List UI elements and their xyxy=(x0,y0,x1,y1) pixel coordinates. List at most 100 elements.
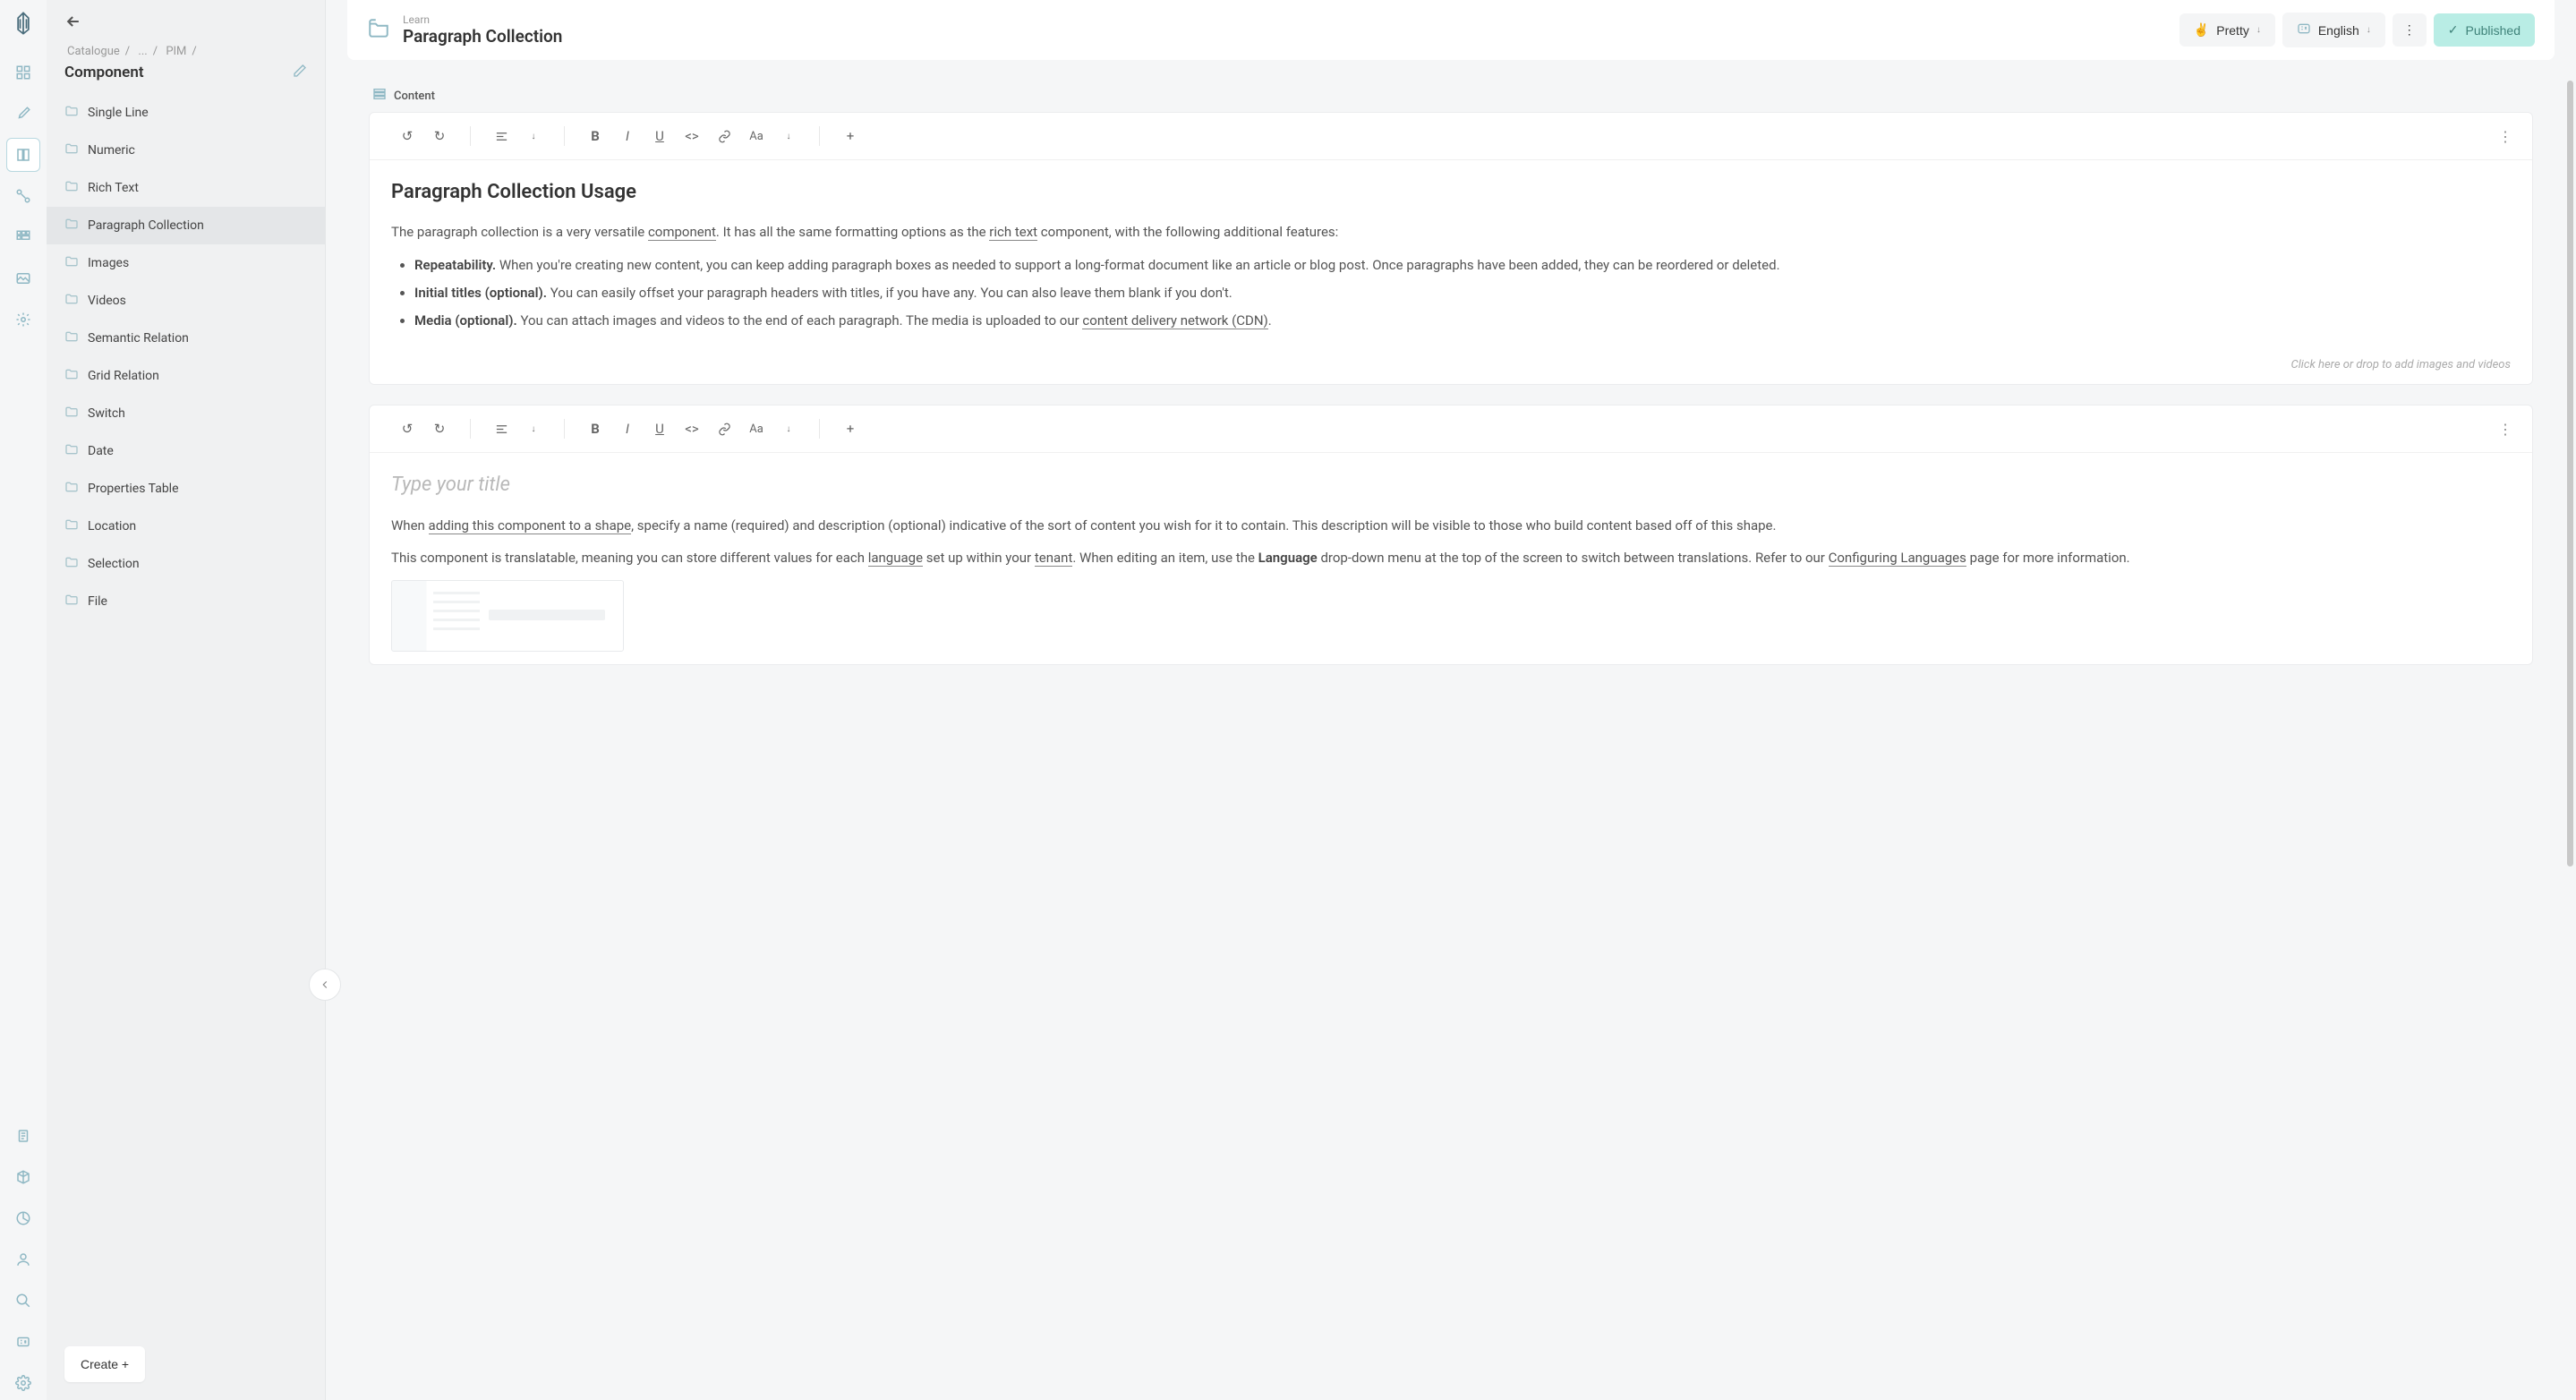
sidebar-item[interactable]: Rich Text xyxy=(47,169,325,207)
code-icon[interactable]: <> xyxy=(678,414,706,443)
card-more-icon[interactable]: ⋮ xyxy=(2493,123,2518,150)
sidebar-item[interactable]: Videos xyxy=(47,282,325,320)
sidebar-item[interactable]: Switch xyxy=(47,395,325,432)
breadcrumb[interactable]: Catalogue/ .../ PIM/ xyxy=(64,45,307,58)
paragraph-title[interactable]: Paragraph Collection Usage xyxy=(391,176,2511,209)
folder-icon xyxy=(64,254,79,272)
sidebar-item-label: Images xyxy=(88,256,129,270)
rail-gear-icon[interactable] xyxy=(6,303,40,337)
sidebar-item[interactable]: Properties Table xyxy=(47,470,325,508)
more-menu-button[interactable]: ⋮ xyxy=(2393,13,2427,47)
sidebar-item-label: Grid Relation xyxy=(88,369,159,383)
language-dropdown[interactable]: English ↓ xyxy=(2282,13,2385,47)
link-rich-text[interactable]: rich text xyxy=(989,224,1037,241)
link-icon[interactable] xyxy=(710,122,738,150)
page-header: Learn Paragraph Collection ✌️ Pretty ↓ E… xyxy=(347,0,2555,60)
folder-icon xyxy=(64,442,79,460)
text-style-icon[interactable]: Aa xyxy=(742,122,771,150)
rail-clipboard-icon[interactable] xyxy=(6,1119,40,1153)
link-tenant[interactable]: tenant xyxy=(1035,550,1073,567)
sidebar-item[interactable]: Single Line xyxy=(47,94,325,132)
folder-icon xyxy=(64,593,79,610)
sidebar-item[interactable]: Images xyxy=(47,244,325,282)
sidebar-item[interactable]: File xyxy=(47,583,325,620)
undo-icon[interactable]: ↺ xyxy=(393,414,422,443)
rail-image-icon[interactable] xyxy=(6,261,40,295)
sidebar-item[interactable]: Semantic Relation xyxy=(47,320,325,357)
add-icon[interactable]: + xyxy=(836,122,865,150)
italic-icon[interactable]: I xyxy=(613,122,642,150)
add-icon[interactable]: + xyxy=(836,414,865,443)
folder-icon xyxy=(64,179,79,197)
bold-icon[interactable]: B xyxy=(581,122,610,150)
sidebar-item[interactable]: Selection xyxy=(47,545,325,583)
link-language[interactable]: language xyxy=(868,550,923,567)
page-title: Paragraph Collection xyxy=(403,26,2167,47)
scrollbar-thumb[interactable] xyxy=(2567,81,2573,866)
rich-text-body[interactable]: Type your title When adding this compone… xyxy=(370,453,2532,664)
link-component[interactable]: component xyxy=(648,224,716,241)
redo-icon[interactable]: ↻ xyxy=(425,414,454,443)
scrollbar[interactable] xyxy=(2567,81,2573,1391)
bold-icon[interactable]: B xyxy=(581,414,610,443)
redo-icon[interactable]: ↻ xyxy=(425,122,454,150)
peace-icon: ✌️ xyxy=(2194,22,2209,38)
sidebar-item[interactable]: Location xyxy=(47,508,325,545)
link-adding-component[interactable]: adding this component to a shape xyxy=(429,517,632,534)
rail-search-icon[interactable] xyxy=(6,1284,40,1318)
sidebar-title: Component xyxy=(64,64,144,81)
text-style-icon[interactable]: Aa xyxy=(742,414,771,443)
sidebar-item[interactable]: Paragraph Collection xyxy=(47,207,325,244)
rail-language-icon[interactable] xyxy=(6,1325,40,1359)
sidebar-item-label: Properties Table xyxy=(88,482,179,496)
rail-settings-icon[interactable] xyxy=(6,1366,40,1400)
link-icon[interactable] xyxy=(710,414,738,443)
italic-icon[interactable]: I xyxy=(613,414,642,443)
folder-icon xyxy=(64,329,79,347)
link-configuring-languages[interactable]: Configuring Languages xyxy=(1829,550,1966,567)
main-content: Learn Paragraph Collection ✌️ Pretty ↓ E… xyxy=(326,0,2576,1400)
pretty-dropdown[interactable]: ✌️ Pretty ↓ xyxy=(2179,13,2275,47)
folder-icon xyxy=(64,292,79,310)
link-cdn[interactable]: content delivery network (CDN) xyxy=(1082,312,1267,329)
rail-graph-icon[interactable] xyxy=(6,179,40,213)
media-drop-zone[interactable]: Click here or drop to add images and vid… xyxy=(370,353,2532,384)
rail-brush-icon[interactable] xyxy=(6,97,40,131)
rich-text-toolbar: ↺ ↻ ↓ B I U <> Aa ↓ + ⋮ xyxy=(370,113,2532,160)
sidebar-item[interactable]: Numeric xyxy=(47,132,325,169)
card-more-icon[interactable]: ⋮ xyxy=(2493,415,2518,443)
paragraph-title-placeholder[interactable]: Type your title xyxy=(391,469,2511,501)
collapse-sidebar-icon[interactable] xyxy=(309,969,341,1001)
rail-catalogue-icon[interactable] xyxy=(6,138,40,172)
rail-pie-icon[interactable] xyxy=(6,1201,40,1235)
attached-image-thumbnail[interactable] xyxy=(391,580,624,652)
rail-grid-icon[interactable] xyxy=(6,220,40,254)
align-dropdown-icon[interactable]: ↓ xyxy=(519,122,548,150)
sidebar-item-label: Location xyxy=(88,519,136,534)
create-button[interactable]: Create + xyxy=(64,1346,145,1382)
align-icon[interactable] xyxy=(487,122,516,150)
align-icon[interactable] xyxy=(487,414,516,443)
sidebar-item-label: Rich Text xyxy=(88,181,139,195)
back-arrow-icon[interactable] xyxy=(64,13,82,34)
underline-icon[interactable]: U xyxy=(645,122,674,150)
sidebar-item[interactable]: Grid Relation xyxy=(47,357,325,395)
sidebar-item[interactable]: Date xyxy=(47,432,325,470)
undo-icon[interactable]: ↺ xyxy=(393,122,422,150)
edit-icon[interactable] xyxy=(293,64,307,81)
rail-box-icon[interactable] xyxy=(6,1160,40,1194)
sidebar-item-label: File xyxy=(88,594,107,609)
rail-user-icon[interactable] xyxy=(6,1242,40,1276)
header-eyebrow: Learn xyxy=(403,13,2167,26)
code-icon[interactable]: <> xyxy=(678,122,706,150)
folder-icon xyxy=(64,405,79,423)
published-status-button[interactable]: ✓ Published xyxy=(2434,13,2535,47)
underline-icon[interactable]: U xyxy=(645,414,674,443)
text-style-dropdown-icon[interactable]: ↓ xyxy=(774,122,803,150)
align-dropdown-icon[interactable]: ↓ xyxy=(519,414,548,443)
kebab-icon: ⋮ xyxy=(2403,22,2416,38)
text-style-dropdown-icon[interactable]: ↓ xyxy=(774,414,803,443)
rail-dashboard-icon[interactable] xyxy=(6,55,40,90)
rich-text-body[interactable]: Paragraph Collection Usage The paragraph… xyxy=(370,160,2532,353)
translate-icon xyxy=(2297,21,2311,38)
